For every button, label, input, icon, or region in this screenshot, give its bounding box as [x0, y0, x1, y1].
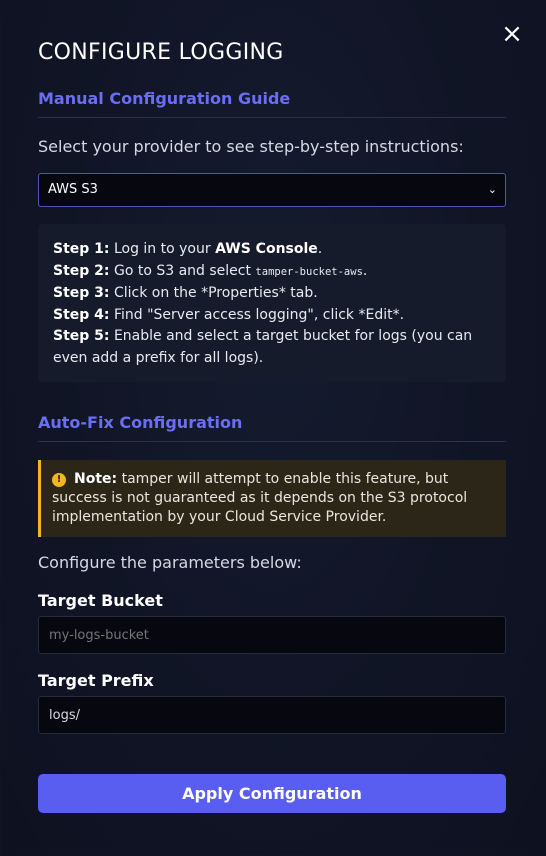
- step-2: Step 2: Go to S3 and select tamper-bucke…: [53, 261, 491, 284]
- bucket-name-code: tamper-bucket-aws: [255, 265, 363, 278]
- step-label: Step 5:: [53, 328, 110, 344]
- step-5: Step 5: Enable and select a target bucke…: [53, 326, 491, 369]
- info-icon: !: [52, 473, 66, 487]
- auto-fix-heading: Auto-Fix Configuration: [38, 413, 506, 442]
- step-3: Step 3: Click on the *Properties* tab.: [53, 283, 491, 305]
- target-bucket-label: Target Bucket: [38, 591, 163, 610]
- provider-select[interactable]: AWS S3 ⌄: [38, 173, 506, 207]
- step-text: .: [362, 262, 368, 279]
- step-label: Step 2:: [53, 262, 110, 279]
- step-1: Step 1: Log in to your AWS Console.: [53, 239, 491, 261]
- provider-select-value: AWS S3: [48, 182, 98, 197]
- step-text: .: [317, 241, 323, 257]
- step-label: Step 3:: [53, 285, 110, 301]
- step-label: Step 4:: [53, 306, 110, 323]
- manual-guide-heading: Manual Configuration Guide: [38, 89, 506, 118]
- target-bucket-input[interactable]: [38, 616, 506, 654]
- step-text: Find "Server access logging", click *Edi…: [109, 306, 405, 323]
- step-strong: AWS Console: [215, 241, 318, 257]
- target-prefix-input[interactable]: [38, 696, 506, 734]
- apply-configuration-button[interactable]: Apply Configuration: [38, 774, 506, 813]
- configure-logging-modal: × CONFIGURE LOGGING Manual Configuration…: [0, 0, 546, 856]
- note-label: Note:: [74, 471, 118, 487]
- step-text: Enable and select a target bucket for lo…: [53, 328, 473, 366]
- step-text: Go to S3 and select: [109, 262, 256, 279]
- close-icon[interactable]: ×: [500, 21, 524, 47]
- step-label: Step 1:: [53, 241, 110, 257]
- warning-note: ! Note: tamper will attempt to enable thi…: [38, 460, 506, 537]
- provider-prompt: Select your provider to see step-by-step…: [38, 137, 464, 156]
- steps-panel: Step 1: Log in to your AWS Console. Step…: [38, 224, 506, 382]
- step-text: Click on the *Properties* tab.: [109, 285, 318, 301]
- params-prompt: Configure the parameters below:: [38, 553, 302, 572]
- step-text: Log in to your: [109, 241, 216, 257]
- target-prefix-label: Target Prefix: [38, 671, 154, 690]
- step-4: Step 4: Find "Server access logging", cl…: [53, 305, 491, 327]
- modal-title: CONFIGURE LOGGING: [38, 40, 284, 65]
- chevron-down-icon: ⌄: [487, 183, 497, 196]
